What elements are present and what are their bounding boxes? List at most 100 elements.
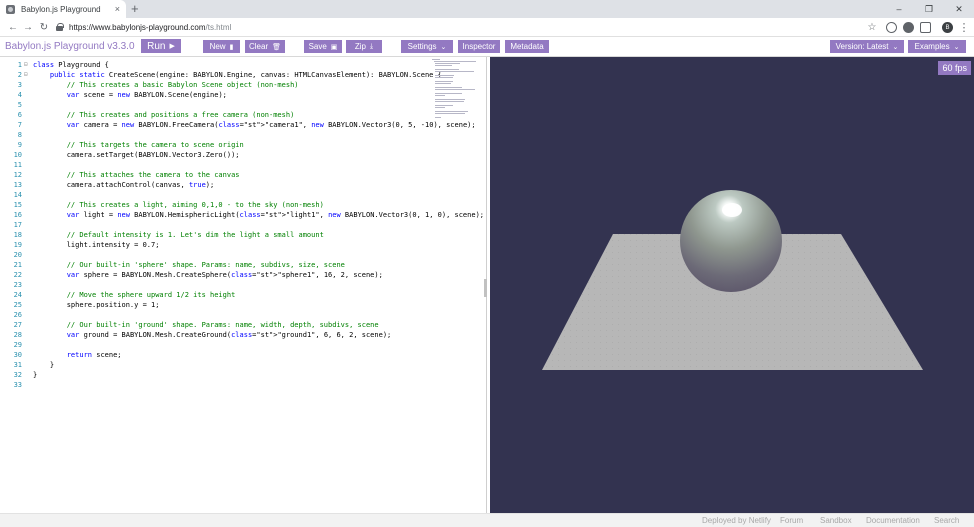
save-button[interactable]: Save ▣ — [304, 40, 342, 53]
zip-label: Zip — [354, 42, 366, 51]
browser-tabstrip: Babylon.js Playground × + – ❐ ✕ — [0, 0, 974, 18]
minimap-line — [435, 107, 445, 108]
browser-tab[interactable]: Babylon.js Playground × — [0, 0, 126, 18]
line-number: 5 — [17, 101, 22, 109]
address-bar[interactable]: https://www.babylonjs-playground.com/ts.… — [56, 20, 872, 34]
fold-toggle-icon[interactable]: ⊟ — [24, 60, 28, 70]
code-line: var ground = BABYLON.Mesh.CreateGround(c… — [66, 331, 392, 339]
url-text: https://www.babylonjs-playground.com/ts.… — [69, 22, 232, 32]
code-line: // This attaches the camera to the canva… — [66, 171, 240, 179]
metadata-button[interactable]: Metadata — [505, 40, 549, 53]
code-line: public static CreateScene(engine: BABYLO… — [49, 71, 442, 79]
footer-link-sandbox[interactable]: Sandbox — [820, 516, 852, 525]
code-line: // Our built-in 'ground' shape. Params: … — [66, 321, 379, 329]
minimap-line — [435, 75, 454, 76]
line-number: 25 — [13, 301, 22, 309]
minimap-line — [435, 117, 441, 118]
code-editor[interactable]: 1 ⊟ 2 ⊟ 3 4 5 6 7 8 9 10 11 12 13 14 15 16 17 18 19 20 21 22 23 2… — [0, 57, 487, 513]
chevron-down-icon: ⌄ — [892, 43, 899, 51]
window-minimize-button[interactable]: – — [884, 0, 914, 18]
bookmark-star-icon[interactable]: ☆ — [864, 19, 880, 35]
line-number: 11 — [13, 161, 22, 169]
footer-link-netlify[interactable]: Deployed by Netlify — [702, 516, 771, 525]
extension-shield-icon[interactable] — [903, 22, 914, 33]
tab-close-icon[interactable]: × — [115, 4, 120, 14]
new-label: New — [209, 42, 226, 51]
line-number: 26 — [13, 311, 22, 319]
minimap-line — [435, 87, 462, 88]
line-number: 13 — [13, 181, 22, 189]
playground-menubar: Babylon.js Playground v3.3.0 Run ▶ New ▮… — [0, 37, 974, 57]
line-number: 20 — [13, 251, 22, 259]
browser-menu-icon[interactable]: ⋮ — [956, 19, 972, 35]
playground-brand: Babylon.js Playground v3.3.0 — [5, 41, 135, 52]
minimap-line — [435, 111, 468, 112]
code-line: var light = new BABYLON.HemisphericLight… — [66, 211, 485, 219]
profile-avatar[interactable]: B — [942, 22, 953, 33]
reload-icon[interactable]: ↻ — [36, 19, 52, 35]
footer-link-search[interactable]: Search — [934, 516, 959, 525]
line-number: 15 — [13, 201, 22, 209]
editor-scrollbar[interactable] — [484, 279, 487, 297]
line-number: 3 — [17, 81, 22, 89]
line-number: 10 — [13, 151, 22, 159]
minimap-line — [435, 89, 475, 90]
minimap-line — [435, 69, 459, 70]
line-number: 24 — [13, 291, 22, 299]
footer-link-documentation[interactable]: Documentation — [866, 516, 920, 525]
3d-scene — [542, 190, 923, 370]
code-line: // This creates a basic Babylon Scene ob… — [66, 81, 299, 89]
inspector-button[interactable]: Inspector — [458, 40, 500, 53]
line-number: 16 — [13, 211, 22, 219]
footer-link-forum[interactable]: Forum — [780, 516, 803, 525]
line-number: 32 — [13, 371, 22, 379]
clear-button[interactable]: Clear 🗑 — [245, 40, 285, 53]
minimap-line — [435, 77, 453, 78]
render-canvas[interactable]: 60 fps — [490, 57, 974, 513]
line-number: 9 — [17, 141, 22, 149]
window-maximize-button[interactable]: ❐ — [914, 0, 944, 18]
back-arrow-icon[interactable]: ← — [5, 19, 21, 35]
line-number: 19 — [13, 241, 22, 249]
minimap-line — [435, 63, 460, 64]
new-file-icon: ▮ — [229, 43, 234, 51]
version-label: Version: Latest — [835, 42, 889, 51]
new-tab-button[interactable]: + — [131, 1, 139, 17]
specular-highlight — [722, 203, 742, 217]
code-line: // This creates a light, aiming 0,1,0 - … — [66, 201, 324, 209]
code-line: // Our built-in 'sphere' shape. Params: … — [66, 261, 345, 269]
minimap-line — [435, 83, 451, 84]
code-line: light.intensity = 0.7; — [33, 241, 160, 249]
minimap-line — [434, 61, 476, 62]
playground-footer: Deployed by Netlify Forum Sandbox Docume… — [0, 513, 974, 527]
window-close-button[interactable]: ✕ — [944, 0, 974, 18]
fold-toggle-icon[interactable]: ⊟ — [24, 70, 28, 80]
line-number: 6 — [17, 111, 22, 119]
settings-button[interactable]: Settings ⌄ — [401, 40, 453, 53]
line-number: 17 — [13, 221, 22, 229]
extension-chrome-icon[interactable] — [886, 22, 897, 33]
chevron-down-icon: ⌄ — [953, 43, 960, 51]
new-button[interactable]: New ▮ — [203, 40, 240, 53]
run-button[interactable]: Run ▶ — [141, 39, 181, 53]
line-number: 14 — [13, 191, 22, 199]
zip-button[interactable]: Zip ⤓ — [346, 40, 382, 53]
line-number: 29 — [13, 341, 22, 349]
tab-title: Babylon.js Playground — [21, 4, 101, 14]
examples-dropdown[interactable]: Examples ⌄ — [908, 40, 966, 53]
line-number: 31 — [13, 361, 22, 369]
line-number: 12 — [13, 171, 22, 179]
chevron-down-icon: ⌄ — [440, 43, 447, 51]
minimap-line — [435, 71, 474, 72]
minimap-line — [435, 93, 462, 94]
line-number: 2 — [17, 71, 22, 79]
version-dropdown[interactable]: Version: Latest ⌄ — [830, 40, 904, 53]
browser-toolbar: ← → ↻ https://www.babylonjs-playground.c… — [0, 18, 974, 37]
play-icon: ▶ — [169, 43, 175, 50]
code-minimap[interactable] — [432, 59, 482, 123]
extension-square-icon[interactable] — [920, 22, 931, 33]
code-line: class Playground { — [33, 61, 109, 69]
forward-arrow-icon[interactable]: → — [20, 19, 36, 35]
line-number: 7 — [17, 121, 22, 129]
app-window: Babylon.js Playground × + – ❐ ✕ ← → ↻ ht… — [0, 0, 974, 527]
